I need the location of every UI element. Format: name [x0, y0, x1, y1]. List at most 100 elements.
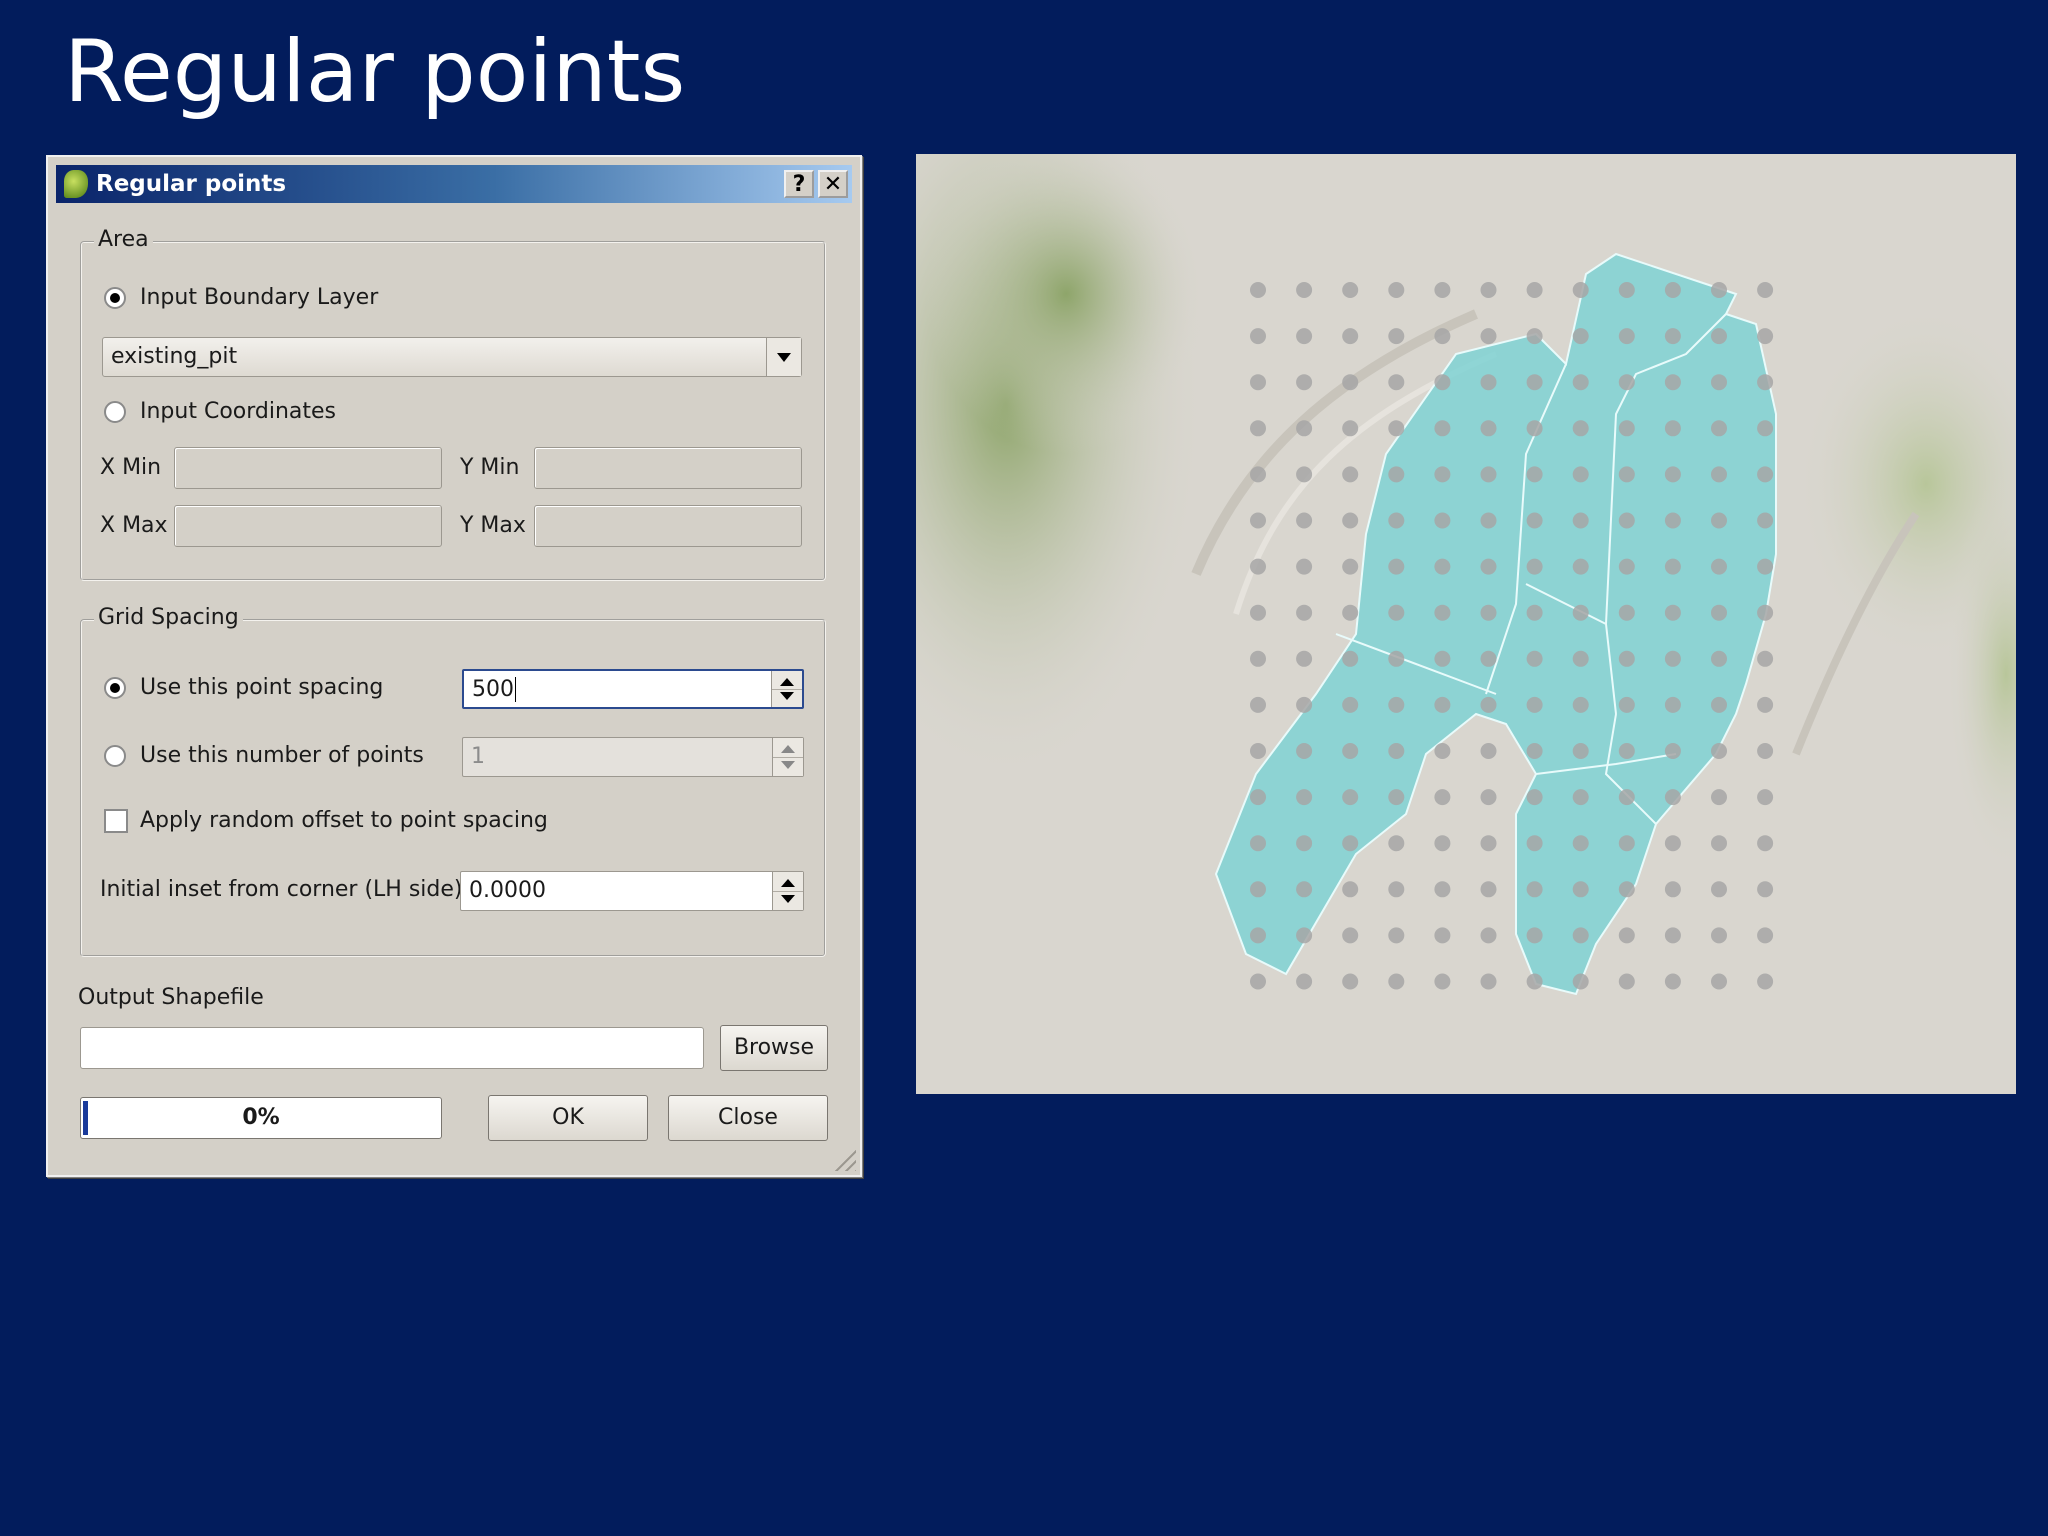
- inset-input[interactable]: 0.0000: [460, 871, 804, 911]
- grid-point: [1572, 927, 1589, 944]
- spin-down-icon[interactable]: [781, 895, 795, 903]
- grid-point: [1526, 881, 1543, 898]
- grid-point: [1664, 512, 1681, 529]
- grid-point: [1711, 466, 1727, 483]
- grid-point: [1664, 374, 1681, 391]
- grid-point: [1296, 973, 1313, 990]
- slide-title: Regular points: [64, 22, 686, 122]
- grid-point: [1296, 374, 1313, 391]
- xmax-field[interactable]: [174, 505, 442, 547]
- spacing-stepper[interactable]: [771, 671, 802, 707]
- input-boundary-layer-radio[interactable]: [104, 287, 126, 309]
- grid-point: [1572, 558, 1589, 575]
- point-spacing-value: 500: [472, 677, 514, 702]
- grid-point: [1250, 696, 1266, 713]
- grid-point: [1434, 696, 1451, 713]
- grid-point: [1526, 927, 1543, 944]
- grid-point: [1664, 466, 1681, 483]
- grid-point: [1296, 282, 1313, 298]
- grid-point: [1618, 650, 1635, 667]
- grid-point: [1618, 789, 1635, 806]
- grid-point: [1711, 374, 1727, 391]
- grid-point: [1296, 558, 1313, 575]
- grid-point: [1342, 512, 1359, 529]
- grid-point: [1526, 466, 1543, 483]
- point-spacing-input[interactable]: 500: [462, 669, 804, 709]
- grid-point: [1757, 558, 1774, 575]
- random-offset-checkbox[interactable]: [104, 809, 128, 833]
- grid-point: [1480, 696, 1497, 713]
- grid-point: [1618, 512, 1635, 529]
- use-number-radio[interactable]: [104, 745, 126, 767]
- grid-point: [1250, 282, 1266, 298]
- grid-point: [1711, 650, 1727, 667]
- output-shapefile-label: Output Shapefile: [78, 985, 264, 1010]
- grid-point: [1664, 420, 1681, 437]
- map-canvas[interactable]: [916, 154, 2016, 1094]
- grid-point: [1526, 604, 1543, 621]
- dialog-title: Regular points: [96, 171, 287, 197]
- grid-point: [1480, 881, 1497, 898]
- grid-point: [1250, 927, 1266, 944]
- output-shapefile-input[interactable]: [80, 1027, 704, 1069]
- dialog-titlebar[interactable]: Regular points ? ✕: [56, 165, 852, 203]
- progress-text: 0%: [242, 1105, 280, 1130]
- grid-point: [1434, 420, 1451, 437]
- grid-point: [1250, 973, 1266, 990]
- grid-point: [1572, 650, 1589, 667]
- number-of-points-input[interactable]: 1: [462, 737, 804, 777]
- ok-button[interactable]: OK: [488, 1095, 648, 1141]
- input-coordinates-radio[interactable]: [104, 401, 126, 423]
- chevron-down-icon[interactable]: [766, 338, 801, 376]
- ymin-label: Y Min: [460, 455, 520, 480]
- grid-point: [1296, 743, 1313, 759]
- close-icon[interactable]: ✕: [818, 170, 848, 198]
- input-boundary-layer-label: Input Boundary Layer: [140, 285, 379, 310]
- xmin-label: X Min: [100, 455, 162, 480]
- grid-point: [1388, 604, 1405, 621]
- close-button[interactable]: Close: [668, 1095, 828, 1141]
- grid-point: [1618, 604, 1635, 621]
- grid-point: [1618, 927, 1635, 944]
- grid-point: [1757, 973, 1774, 990]
- use-spacing-radio[interactable]: [104, 677, 126, 699]
- resize-grip-icon[interactable]: [832, 1147, 856, 1171]
- grid-point: [1388, 558, 1405, 575]
- number-stepper[interactable]: [772, 738, 803, 776]
- grid-point: [1250, 558, 1266, 575]
- grid-point: [1618, 420, 1635, 437]
- grid-point: [1434, 466, 1451, 483]
- ymax-label: Y Max: [460, 513, 526, 538]
- grid-point: [1526, 743, 1543, 759]
- spin-up-icon[interactable]: [781, 879, 795, 887]
- browse-button[interactable]: Browse: [720, 1025, 828, 1071]
- help-button[interactable]: ?: [784, 170, 814, 198]
- grid-point: [1434, 282, 1451, 298]
- grid-point: [1296, 696, 1313, 713]
- grid-point: [1664, 282, 1681, 298]
- ymax-field[interactable]: [534, 505, 802, 547]
- inset-value: 0.0000: [469, 878, 546, 903]
- grid-point: [1480, 650, 1497, 667]
- grid-point: [1664, 927, 1681, 944]
- grid-point: [1757, 835, 1774, 852]
- boundary-layer-select[interactable]: existing_pit: [102, 337, 802, 377]
- spin-down-icon[interactable]: [780, 692, 794, 700]
- grid-point: [1388, 466, 1405, 483]
- grid-point: [1711, 743, 1727, 759]
- grid-point: [1342, 927, 1359, 944]
- grid-point: [1757, 466, 1774, 483]
- ymin-field[interactable]: [534, 447, 802, 489]
- inset-stepper[interactable]: [772, 872, 803, 910]
- grid-point: [1711, 328, 1727, 345]
- grid-point: [1388, 512, 1405, 529]
- xmin-field[interactable]: [174, 447, 442, 489]
- grid-point: [1480, 512, 1497, 529]
- spin-up-icon[interactable]: [780, 678, 794, 686]
- grid-point: [1342, 789, 1359, 806]
- use-number-label: Use this number of points: [140, 743, 424, 768]
- spin-up-icon[interactable]: [781, 745, 795, 753]
- grid-point: [1342, 743, 1359, 759]
- spin-down-icon[interactable]: [781, 761, 795, 769]
- grid-point: [1757, 374, 1774, 391]
